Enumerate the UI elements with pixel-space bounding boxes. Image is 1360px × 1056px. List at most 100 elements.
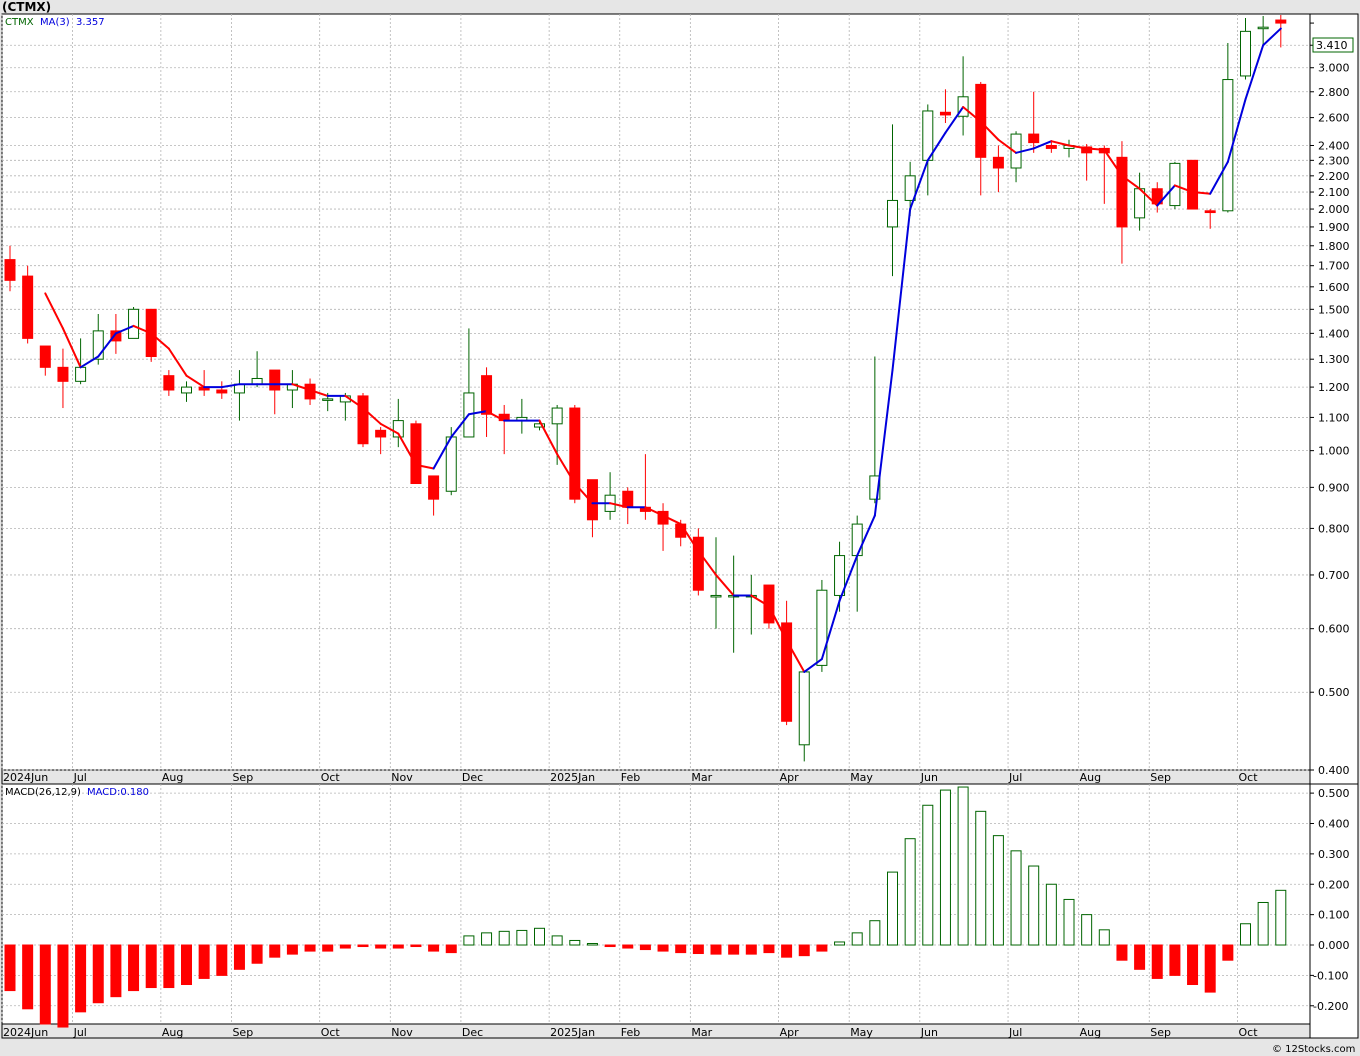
candle-body	[1275, 19, 1287, 24]
date-strip-bottom	[1, 1023, 1311, 1039]
macd-bar	[887, 871, 898, 946]
price-tick-label: 2.200	[1318, 170, 1350, 183]
macd-bar	[957, 786, 969, 946]
macd-bar	[145, 944, 157, 989]
macd-bar	[1222, 944, 1234, 961]
month-label: May	[850, 1026, 873, 1039]
macd-bar	[481, 932, 493, 946]
month-label: 2025Jan	[550, 771, 595, 784]
macd-tick-label: 0.400	[1318, 817, 1350, 830]
candle-body	[57, 366, 69, 382]
macd-bar	[1257, 901, 1269, 946]
macd-bar	[1010, 850, 1022, 946]
macd-bar	[1116, 944, 1128, 961]
macd-legend-label: MACD(26,12,9)	[5, 787, 81, 798]
macd-bar	[269, 944, 281, 958]
macd-bar	[322, 944, 334, 952]
macd-bar	[22, 944, 34, 1010]
last-price-label: 3.410	[1316, 39, 1348, 52]
macd-tick-label: 0.000	[1318, 939, 1350, 952]
price-tick-label: 1.200	[1318, 381, 1350, 394]
macd-bar	[1081, 914, 1093, 946]
chart-title: (CTMX)	[2, 0, 51, 14]
macd-bar	[569, 939, 581, 946]
macd-bar	[992, 835, 1004, 946]
macd-bar	[286, 944, 298, 955]
macd-bar	[1045, 883, 1057, 946]
price-tick-label: 0.900	[1318, 481, 1350, 494]
price-panel	[1, 13, 1311, 771]
macd-bar	[4, 944, 16, 992]
macd-bar	[181, 944, 192, 986]
macd-bar	[904, 838, 916, 946]
month-label: Jul	[1008, 771, 1022, 784]
macd-bar	[128, 944, 140, 992]
candle-body	[816, 589, 828, 666]
macd-bar	[551, 935, 563, 946]
candle-body	[4, 259, 16, 281]
month-label: Dec	[462, 771, 483, 784]
macd-bar	[463, 935, 475, 946]
candle-body	[1187, 159, 1199, 210]
macd-bar	[75, 944, 87, 1013]
month-label: Jul	[73, 1026, 87, 1039]
month-label: Oct	[321, 771, 341, 784]
macd-bar	[851, 932, 863, 946]
month-label: Jul	[1008, 1026, 1022, 1039]
candle-body	[1204, 210, 1216, 214]
month-label: Jun	[920, 771, 938, 784]
candle-body	[1240, 30, 1251, 77]
macd-bar	[586, 942, 598, 946]
macd-bar	[339, 944, 351, 949]
price-tick-label: 0.700	[1318, 569, 1350, 582]
month-label: Aug	[162, 1026, 183, 1039]
price-tick-label: 2.400	[1318, 140, 1350, 153]
month-label: Feb	[621, 1026, 640, 1039]
macd-bar	[1151, 944, 1163, 979]
month-label: Nov	[391, 1026, 413, 1039]
macd-bar	[692, 944, 704, 955]
candle-body	[216, 389, 228, 394]
candle-body	[781, 622, 793, 722]
macd-bar	[92, 944, 104, 1004]
macd-bar	[1275, 889, 1287, 946]
month-label: Oct	[1239, 771, 1259, 784]
price-tick-label: 2.100	[1318, 186, 1350, 199]
candle-body	[1028, 133, 1040, 144]
candle-body	[128, 308, 140, 339]
month-label: May	[850, 771, 873, 784]
macd-bar	[1028, 865, 1040, 946]
candle-body	[181, 386, 192, 394]
candle-body	[710, 594, 722, 598]
month-label: Sep	[1150, 771, 1171, 784]
candle-body	[1257, 26, 1269, 30]
price-tick-label: 0.400	[1318, 764, 1350, 777]
macd-bar	[1063, 898, 1075, 946]
macd-bar	[1098, 929, 1110, 946]
price-tick-label: 0.500	[1318, 686, 1350, 699]
macd-bar	[57, 944, 69, 1028]
macd-bar	[834, 941, 846, 946]
price-tick-label: 1.300	[1318, 353, 1350, 366]
macd-tick-label: 0.100	[1318, 909, 1350, 922]
macd-bar	[1240, 923, 1251, 946]
candle-body	[851, 523, 863, 557]
legend-ma-value: 3.357	[76, 17, 105, 28]
price-tick-label: 0.600	[1318, 623, 1350, 636]
macd-bar	[869, 920, 881, 946]
macd-bar	[233, 944, 245, 970]
macd-tick-label: -0.200	[1313, 1000, 1348, 1013]
price-tick-label: 1.600	[1318, 281, 1350, 294]
macd-bar	[428, 944, 440, 952]
candle-body	[357, 395, 369, 445]
candle-body	[410, 423, 422, 485]
macd-bar	[745, 944, 757, 955]
month-label: Mar	[691, 771, 712, 784]
macd-bar	[798, 944, 810, 957]
candle-body	[481, 375, 493, 415]
macd-bar	[534, 927, 545, 946]
macd-bar	[516, 929, 528, 946]
macd-tick-label: 0.200	[1318, 878, 1350, 891]
macd-bar	[216, 944, 228, 976]
candle-body	[22, 275, 34, 339]
